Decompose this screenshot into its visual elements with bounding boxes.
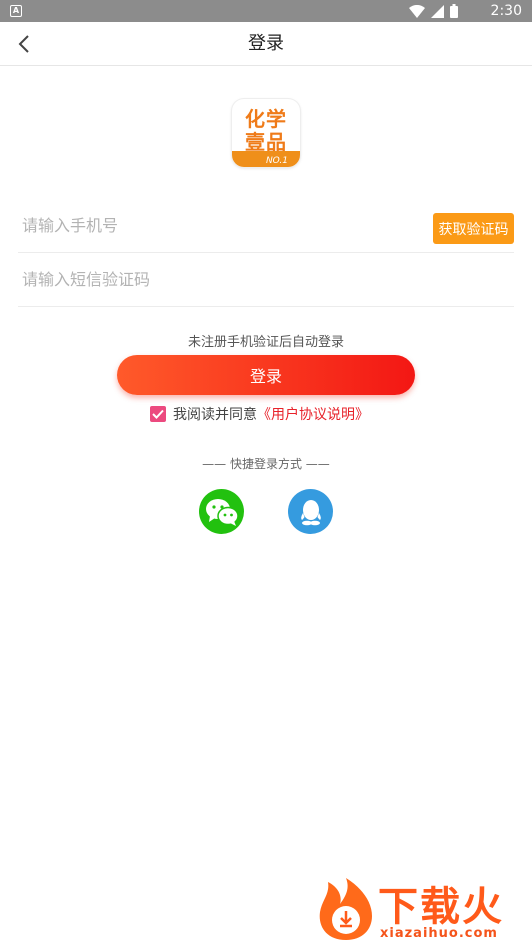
watermark: 下载火 xiazaihuo.com [312, 874, 532, 944]
notification-app-icon: A [10, 5, 22, 17]
phone-input[interactable] [22, 199, 402, 251]
auto-login-hint: 未注册手机验证后自动登录 [187, 335, 344, 350]
agreement-text: 我阅读并同意 [173, 407, 257, 423]
sms-code-input[interactable] [22, 253, 402, 305]
user-agreement-link[interactable]: 《用户协议说明》 [257, 404, 369, 424]
qq-icon [300, 499, 321, 525]
checkmark-icon [152, 409, 164, 419]
status-time: 2:30 [490, 3, 522, 19]
login-button[interactable]: 登录 [117, 355, 415, 395]
wechat-login-button[interactable] [199, 489, 244, 534]
page-title: 登录 [248, 33, 284, 54]
sms-code-row [18, 253, 514, 307]
agreement-checkbox[interactable] [150, 406, 166, 422]
flame-logo-icon [319, 878, 372, 940]
get-code-button[interactable]: 获取验证码 [433, 213, 514, 244]
title-bar: 登录 [0, 22, 532, 66]
qq-login-button[interactable] [288, 489, 333, 534]
quick-login-label: —— 快捷登录方式 —— [202, 457, 330, 471]
signal-icon [431, 4, 444, 18]
wifi-icon [409, 4, 425, 18]
app-logo: 化学 壹品 NO.1 [232, 99, 300, 167]
battery-icon [450, 4, 458, 18]
logo-badge: NO.1 [265, 156, 288, 166]
agreement: 我阅读并同意 《用户协议说明》 [150, 404, 369, 424]
watermark-cn: 下载火 [378, 884, 504, 930]
watermark-en: xiazaihuo.com [380, 926, 498, 941]
phone-row: 获取验证码 [18, 199, 514, 253]
status-bar: A 2:30 [0, 0, 532, 22]
wechat-icon [205, 498, 239, 526]
status-icons [409, 4, 458, 18]
